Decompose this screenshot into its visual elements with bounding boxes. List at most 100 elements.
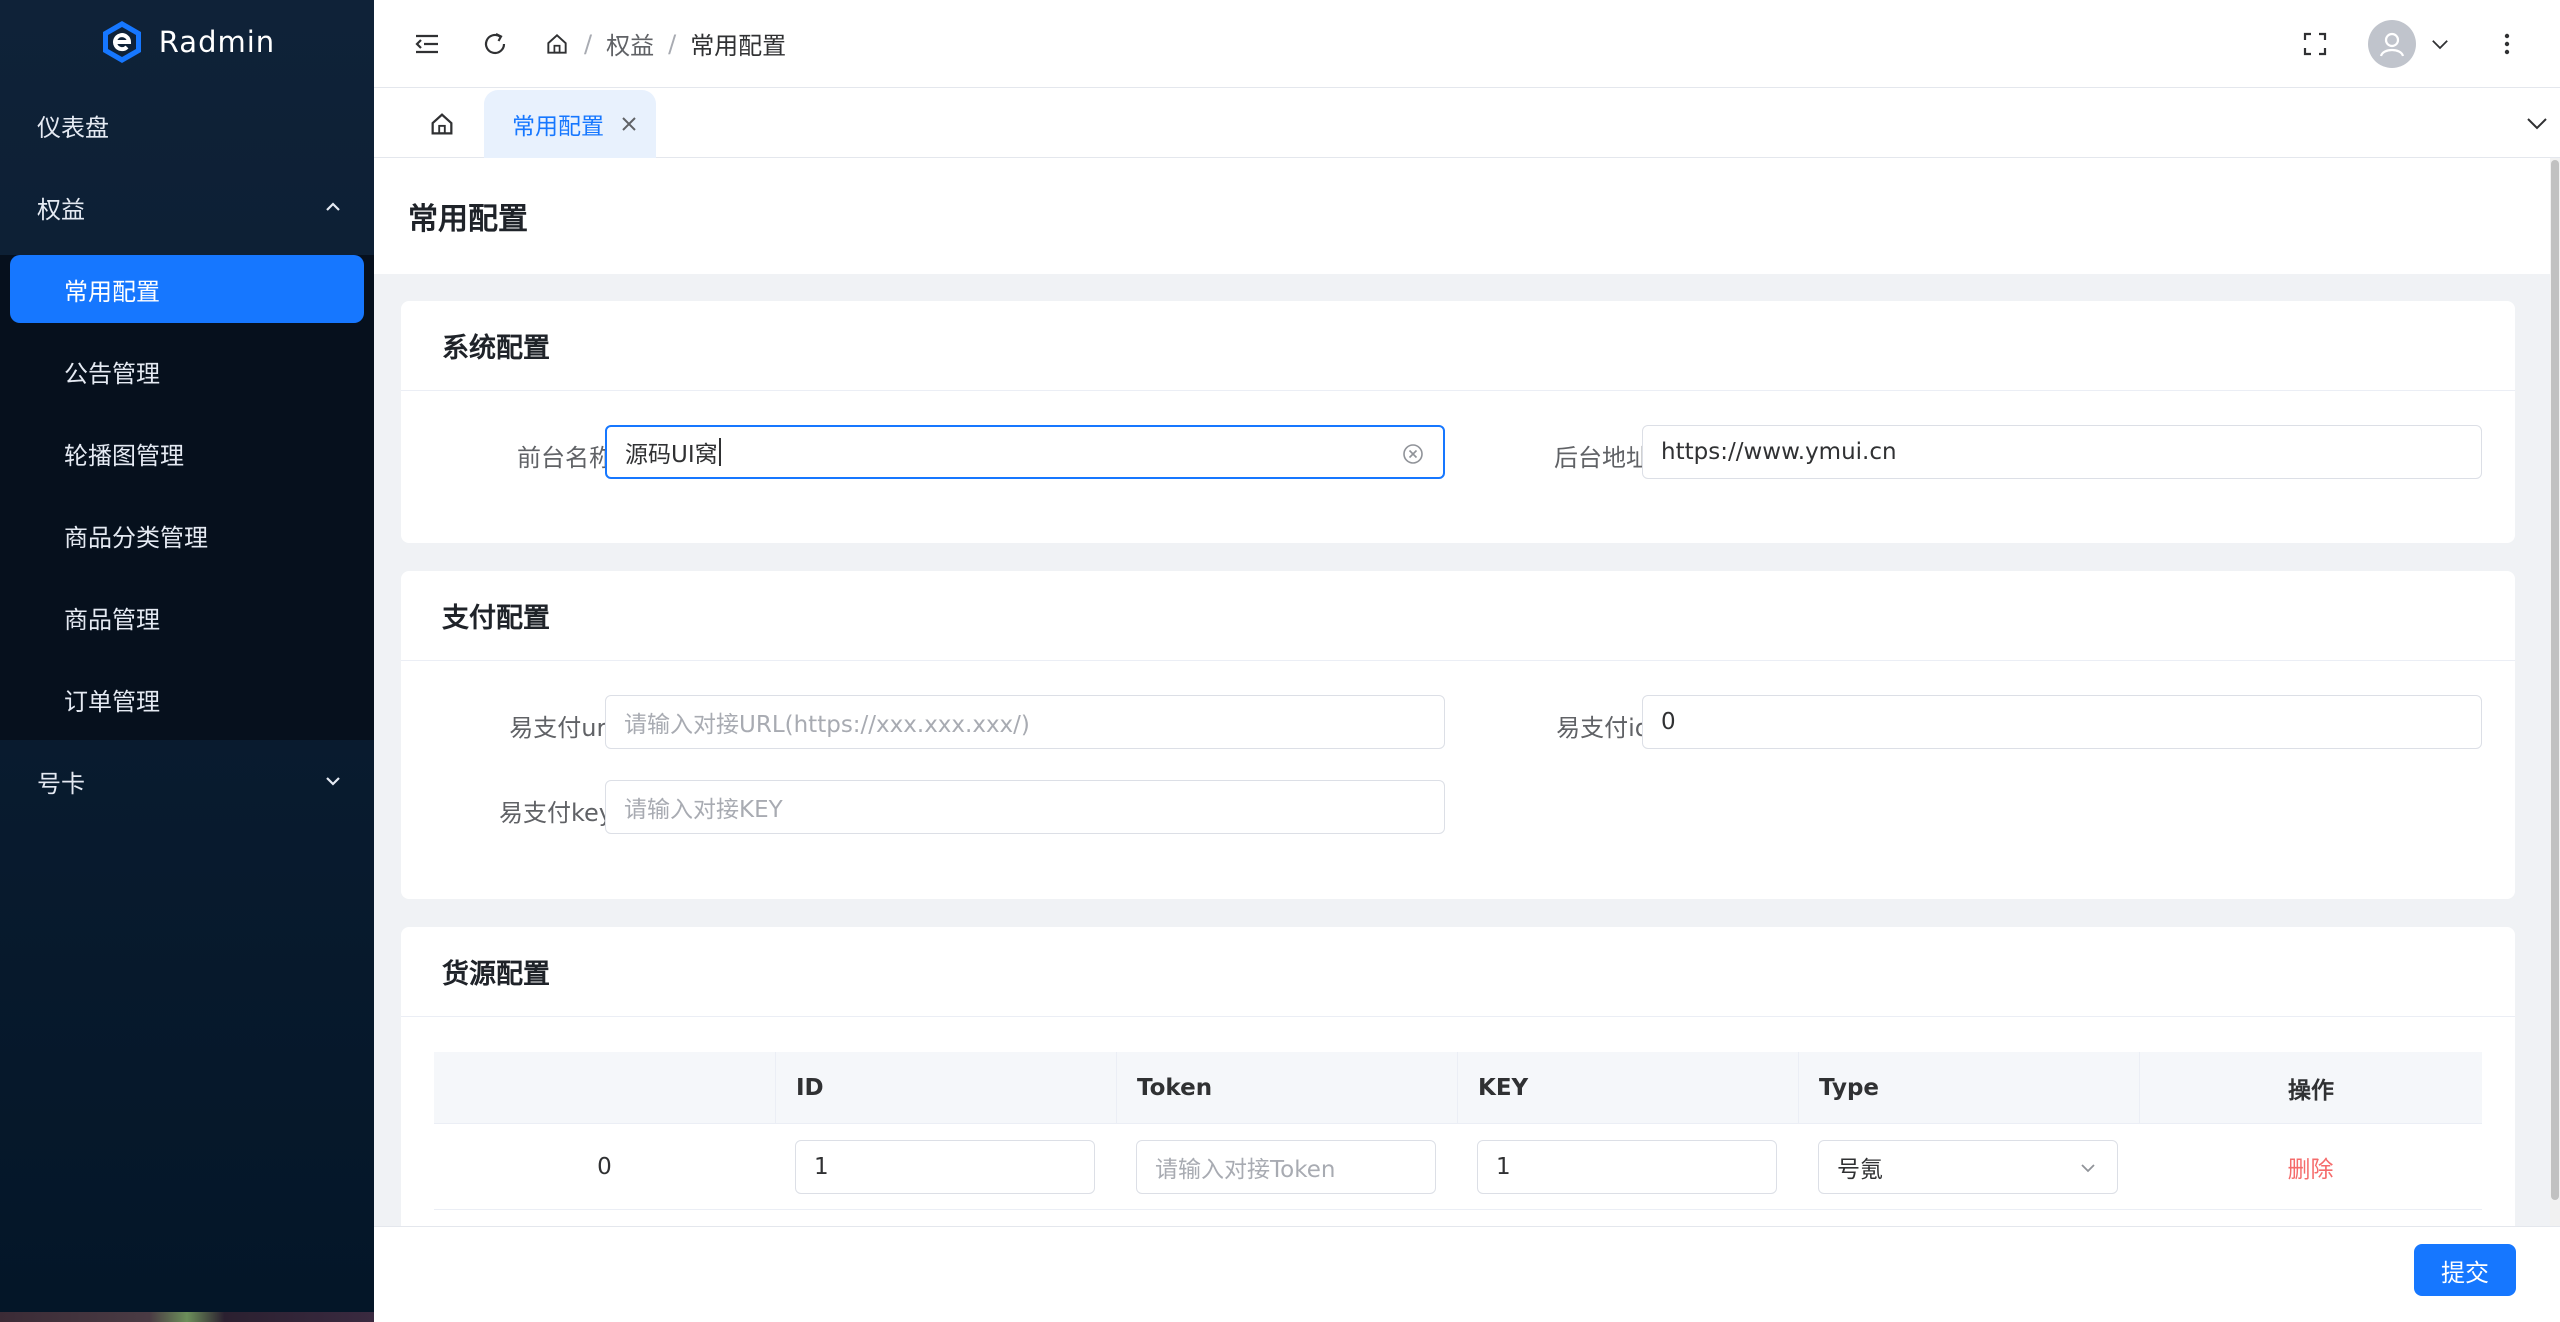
- column-header-type: Type: [1798, 1051, 2139, 1124]
- submit-button[interactable]: 提交: [2414, 1244, 2516, 1296]
- action-cell: 删除: [2139, 1124, 2482, 1210]
- type-select[interactable]: 号氪: [1818, 1139, 2118, 1194]
- tab-label: 常用配置: [512, 114, 604, 140]
- type-selected-value: 号氪: [1837, 1156, 1883, 1183]
- breadcrumb-separator: /: [584, 29, 593, 58]
- logo[interactable]: Radmin: [0, 0, 374, 84]
- id-input[interactable]: 1: [795, 1139, 1095, 1194]
- card-title: 系统配置: [401, 301, 2515, 391]
- avatar[interactable]: [2368, 20, 2416, 68]
- refresh-icon[interactable]: [480, 29, 510, 59]
- chevron-down-icon: [326, 777, 340, 786]
- more-vertical-icon[interactable]: [2492, 29, 2522, 59]
- token-input[interactable]: 请输入对接Token: [1136, 1139, 1436, 1194]
- sidebar-item-label: 商品分类管理: [64, 523, 208, 552]
- pay-id-input[interactable]: 0: [1642, 695, 2482, 749]
- backend-url-label: 后台地址: [1554, 444, 1650, 472]
- submenu-rights: 常用配置 公告管理 轮播图管理 商品分类管理 商品管理 订单管理: [0, 255, 374, 740]
- home-tab-icon[interactable]: [428, 110, 456, 138]
- breadcrumb-item-rights[interactable]: 权益: [606, 26, 654, 61]
- token-cell: 请输入对接Token: [1116, 1124, 1457, 1210]
- text-caret: [718, 438, 721, 466]
- sidebar-item-label: 商品管理: [64, 605, 160, 634]
- sidebar-item-label: 号卡: [37, 769, 85, 798]
- table-row: 0 1 请输入对接Token 1 号氪 删除: [434, 1124, 2482, 1210]
- clear-icon[interactable]: [1401, 442, 1425, 466]
- chevron-down-icon: [2081, 1163, 2095, 1172]
- breadcrumb-item-current: 常用配置: [690, 32, 787, 60]
- sidebar-item-rights[interactable]: 权益: [0, 166, 374, 248]
- supply-table: ID Token KEY Type 操作 0 1 请输入对接Token 1 号氪…: [434, 1051, 2482, 1210]
- sidebar-item-label: 轮播图管理: [64, 441, 184, 470]
- tabs-bar: 常用配置: [374, 88, 2560, 158]
- sidebar-item-orders[interactable]: 订单管理: [0, 658, 374, 740]
- key-value: 1: [1496, 1153, 1511, 1180]
- vertical-scrollbar[interactable]: [2550, 158, 2560, 1226]
- close-icon[interactable]: [620, 115, 638, 133]
- key-cell: 1: [1457, 1124, 1798, 1210]
- page-title: 常用配置: [374, 158, 2550, 274]
- scrollbar-thumb[interactable]: [2551, 160, 2559, 1200]
- fullscreen-icon[interactable]: [2300, 29, 2330, 59]
- column-header-key: KEY: [1457, 1051, 1798, 1124]
- chevron-up-icon: [326, 202, 340, 211]
- frontend-name-label: 前台名称: [517, 444, 613, 472]
- card-title: 货源配置: [401, 927, 2515, 1017]
- payment-config-card: 支付配置 易支付url 请输入对接URL(https://xxx.xxx.xxx…: [401, 571, 2515, 899]
- type-cell: 号氪: [1798, 1124, 2139, 1210]
- token-placeholder: 请输入对接Token: [1155, 1156, 1336, 1183]
- id-value: 1: [814, 1153, 829, 1180]
- chevron-down-icon[interactable]: [2428, 32, 2452, 56]
- backend-url-value: https://www.ymui.cn: [1661, 439, 1897, 465]
- radmin-logo-icon: [102, 21, 141, 63]
- app-name: Radmin: [158, 25, 276, 59]
- key-input[interactable]: 1: [1477, 1139, 1777, 1194]
- column-header-id: ID: [775, 1051, 1116, 1124]
- pay-id-label: 易支付id: [1556, 714, 1650, 742]
- sidebar-item-category[interactable]: 商品分类管理: [0, 494, 374, 576]
- column-header-token: Token: [1116, 1051, 1457, 1124]
- column-header-index: [434, 1052, 775, 1124]
- system-config-card: 系统配置 前台名称 源码UI窝 后台地址 https://www.ymui.cn: [401, 301, 2515, 543]
- main-content: 常用配置 系统配置 前台名称 源码UI窝 后台地址 https://www.ym…: [374, 158, 2550, 1264]
- sidebar-item-label: 权益: [37, 195, 85, 224]
- row-index: 0: [597, 1153, 612, 1180]
- form-footer: 提交: [374, 1226, 2560, 1322]
- pay-id-value: 0: [1661, 709, 1676, 735]
- sidebar-item-announcements[interactable]: 公告管理: [0, 330, 374, 412]
- pay-key-label: 易支付key: [498, 799, 613, 827]
- breadcrumb: / 权益 / 常用配置: [544, 26, 786, 61]
- tabs-dropdown-icon[interactable]: [2524, 110, 2550, 136]
- delete-button[interactable]: 删除: [2288, 1150, 2334, 1184]
- pay-key-placeholder: 请输入对接KEY: [624, 797, 783, 823]
- taskbar-strip: [0, 1312, 374, 1322]
- sidebar-item-dashboard[interactable]: 仪表盘: [0, 84, 374, 166]
- sidebar-item-label: 仪表盘: [37, 113, 109, 142]
- breadcrumb-separator: /: [668, 29, 677, 58]
- sidebar-item-carousel[interactable]: 轮播图管理: [0, 412, 374, 494]
- column-header-action: 操作: [2139, 1051, 2482, 1124]
- backend-url-input[interactable]: https://www.ymui.cn: [1642, 425, 2482, 479]
- collapse-menu-icon[interactable]: [412, 29, 442, 59]
- sidebar-item-label: 常用配置: [64, 277, 160, 306]
- tab-common-config[interactable]: 常用配置: [484, 90, 656, 158]
- sidebar-item-label: 公告管理: [64, 359, 160, 388]
- pay-url-placeholder: 请输入对接URL(https://xxx.xxx.xxx/): [624, 712, 1030, 738]
- sidebar: Radmin 仪表盘 权益 常用配置 公告管理 轮播图管理 商品分类管理 商品管…: [0, 0, 374, 1322]
- header-actions: [2300, 0, 2560, 88]
- top-header: / 权益 / 常用配置: [374, 0, 2560, 88]
- sidebar-item-products[interactable]: 商品管理: [0, 576, 374, 658]
- supply-config-card: 货源配置 ID Token KEY Type 操作 0 1 请输入对接Token…: [401, 927, 2515, 1264]
- pay-url-label: 易支付url: [509, 714, 613, 742]
- card-title: 支付配置: [401, 571, 2515, 661]
- table-header: ID Token KEY Type 操作: [434, 1051, 2482, 1124]
- frontend-name-input[interactable]: 源码UI窝: [605, 425, 1445, 479]
- user-icon: [2379, 32, 2405, 57]
- sidebar-item-common-config[interactable]: 常用配置: [10, 255, 364, 323]
- home-icon[interactable]: [544, 31, 570, 57]
- id-cell: 1: [775, 1124, 1116, 1210]
- pay-key-input[interactable]: 请输入对接KEY: [605, 780, 1445, 834]
- pay-url-input[interactable]: 请输入对接URL(https://xxx.xxx.xxx/): [605, 695, 1445, 749]
- sidebar-item-label: 订单管理: [64, 687, 160, 716]
- sidebar-item-sim-card[interactable]: 号卡: [0, 740, 374, 822]
